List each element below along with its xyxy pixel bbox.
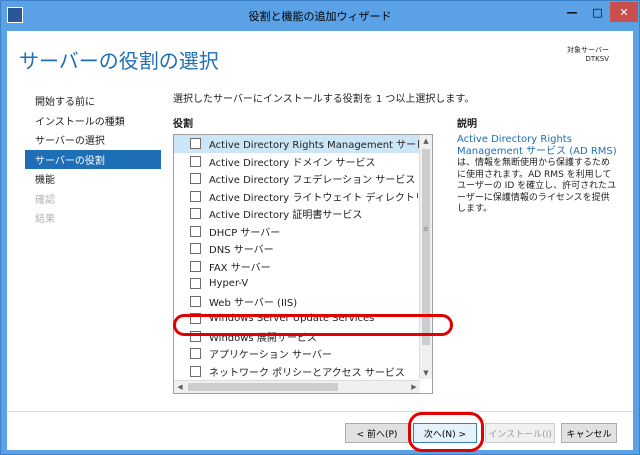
wizard-step-item[interactable]: サーバーの選択 — [25, 130, 161, 150]
role-checkbox[interactable] — [190, 243, 201, 255]
role-checkbox[interactable] — [190, 138, 201, 150]
role-checkbox[interactable] — [190, 278, 201, 290]
wizard-step-item[interactable]: 開始する前に — [25, 91, 161, 111]
role-label: Active Directory 証明書サービス — [209, 210, 363, 222]
role-label: FAX サーバー — [209, 262, 271, 274]
role-list-item[interactable]: Web サーバー (IIS) — [174, 293, 420, 311]
role-label: Hyper-V — [209, 278, 249, 290]
roles-listbox[interactable]: Active Directory Rights Management サービス A… — [173, 134, 433, 394]
cancel-button[interactable]: キャンセル — [561, 423, 617, 443]
role-label: アプリケーション サーバー — [209, 350, 332, 362]
role-label: DNS サーバー — [209, 245, 274, 257]
scroll-down-icon[interactable]: ▼ — [420, 367, 432, 379]
role-checkbox[interactable] — [190, 173, 201, 185]
roles-vertical-scrollbar[interactable]: ▲ ≡ ▼ — [419, 135, 432, 379]
close-button[interactable]: ✕ — [610, 2, 638, 22]
wizard-step-item: 確認 — [35, 194, 55, 206]
role-checkbox[interactable] — [190, 208, 201, 220]
role-list-item[interactable]: ネットワーク ポリシーとアクセス サービス — [174, 363, 420, 381]
target-server-name: DTKSV — [585, 55, 610, 63]
page-title: サーバーの役割の選択 — [19, 49, 219, 73]
roles-list: Active Directory Rights Management サービス A… — [174, 135, 420, 393]
annotation-highlight-next-button — [408, 412, 484, 452]
annotation-highlight-web-server — [173, 314, 453, 336]
wizard-step-item[interactable]: 機能 — [25, 169, 161, 189]
role-checkbox[interactable] — [190, 155, 201, 167]
title-bar[interactable]: 役割と機能の追加ウィザード — □ ✕ — [1, 1, 639, 31]
role-list-item[interactable]: アプリケーション サーバー — [174, 345, 420, 363]
role-list-item[interactable]: Active Directory フェデレーション サービス — [174, 170, 420, 188]
hscroll-thumb[interactable] — [188, 383, 338, 391]
wizard-step-item: 結果 — [35, 214, 55, 226]
role-label: ネットワーク ポリシーとアクセス サービス — [209, 367, 405, 379]
role-list-item[interactable]: Active Directory 証明書サービス — [174, 205, 420, 223]
role-label: Active Directory Rights Management サービス — [209, 140, 420, 152]
footer-divider — [7, 411, 633, 412]
window-title: 役割と機能の追加ウィザード — [248, 10, 392, 23]
previous-button[interactable]: < 前へ(P) — [345, 423, 409, 443]
role-list-item[interactable]: DHCP サーバー — [174, 223, 420, 241]
role-list-item[interactable]: DNS サーバー — [174, 240, 420, 258]
role-label: Web サーバー (IIS) — [209, 297, 298, 309]
role-checkbox[interactable] — [190, 190, 201, 202]
wizard-steps-nav: 開始する前に インストールの種類 サーバーの選択 サーバーの役割 機能確認結果 — [25, 91, 161, 228]
wizard-client-area: サーバーの役割の選択 対象サーバー DTKSV 開始する前に インストールの種類サ… — [7, 31, 633, 452]
description-title: Active Directory Rights Management サービス … — [457, 134, 617, 157]
role-label: DHCP サーバー — [209, 227, 281, 239]
role-checkbox[interactable] — [190, 260, 201, 272]
scroll-up-icon[interactable]: ▲ — [420, 135, 432, 147]
description-heading: 説明 — [457, 119, 477, 130]
role-list-item[interactable]: Hyper-V — [174, 275, 420, 293]
role-list-item[interactable]: FAX サーバー — [174, 258, 420, 276]
role-list-item[interactable]: Active Directory ライトウェイト ディレクトリ サービス — [174, 188, 420, 206]
scroll-right-icon[interactable]: ▶ — [408, 381, 420, 393]
scroll-grip-icon: ≡ — [423, 225, 429, 233]
role-checkbox[interactable] — [190, 348, 201, 360]
maximize-button[interactable]: □ — [585, 2, 610, 22]
wizard-step-item[interactable]: サーバーの役割 — [25, 149, 161, 169]
install-button[interactable]: インストール(I) — [485, 423, 555, 443]
instruction-text: 選択したサーバーにインストールする役割を 1 つ以上選択します。 — [173, 94, 475, 105]
minimize-button[interactable]: — — [559, 2, 585, 22]
roles-horizontal-scrollbar[interactable]: ◀ ▶ — [174, 380, 420, 393]
scroll-left-icon[interactable]: ◀ — [174, 381, 186, 393]
role-list-item[interactable]: Active Directory Rights Management サービス — [174, 135, 420, 153]
role-label: Active Directory フェデレーション サービス — [209, 175, 416, 187]
role-checkbox[interactable] — [190, 295, 201, 307]
role-label: Active Directory ライトウェイト ディレクトリ サービス — [209, 192, 420, 204]
role-checkbox[interactable] — [190, 365, 201, 377]
description-body: は、情報を無断使用から保護するために使用されます。AD RMS を利用してユーザ… — [457, 158, 617, 214]
roles-heading: 役割 — [173, 119, 193, 130]
wizard-window: 役割と機能の追加ウィザード — □ ✕ サーバーの役割の選択 対象サーバー DT… — [0, 0, 640, 455]
wizard-step-item[interactable]: インストールの種類 — [25, 111, 161, 131]
role-list-item[interactable]: Active Directory ドメイン サービス — [174, 153, 420, 171]
role-label: Active Directory ドメイン サービス — [209, 157, 376, 169]
role-checkbox[interactable] — [190, 225, 201, 237]
target-server-label: 対象サーバー — [567, 46, 609, 54]
